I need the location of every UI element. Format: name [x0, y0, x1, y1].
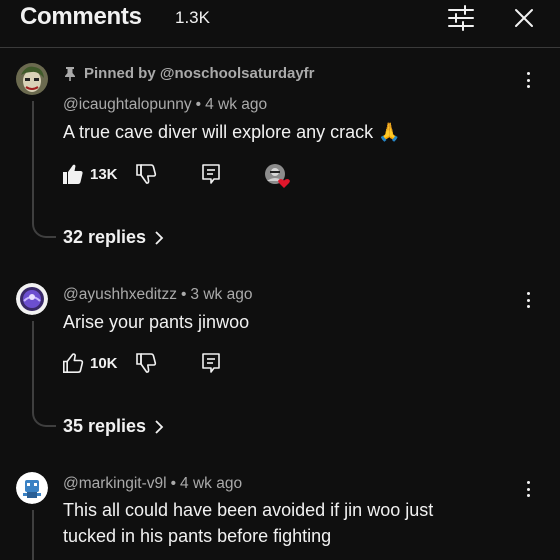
comment-author[interactable]: @markingit-v9l	[63, 475, 167, 492]
meta-separator: •	[170, 475, 177, 492]
comment-thread: @markingit-v9l • 4 wk ago This all could h…	[0, 0, 560, 560]
avatar[interactable]	[16, 472, 48, 504]
thread-line	[32, 510, 56, 560]
comment-meta: @markingit-v9l • 4 wk ago	[63, 475, 242, 493]
more-options-icon[interactable]	[520, 478, 536, 500]
comment-text: This all could have been avoided if jin …	[63, 500, 434, 546]
comment-time: 4 wk ago	[180, 475, 243, 492]
